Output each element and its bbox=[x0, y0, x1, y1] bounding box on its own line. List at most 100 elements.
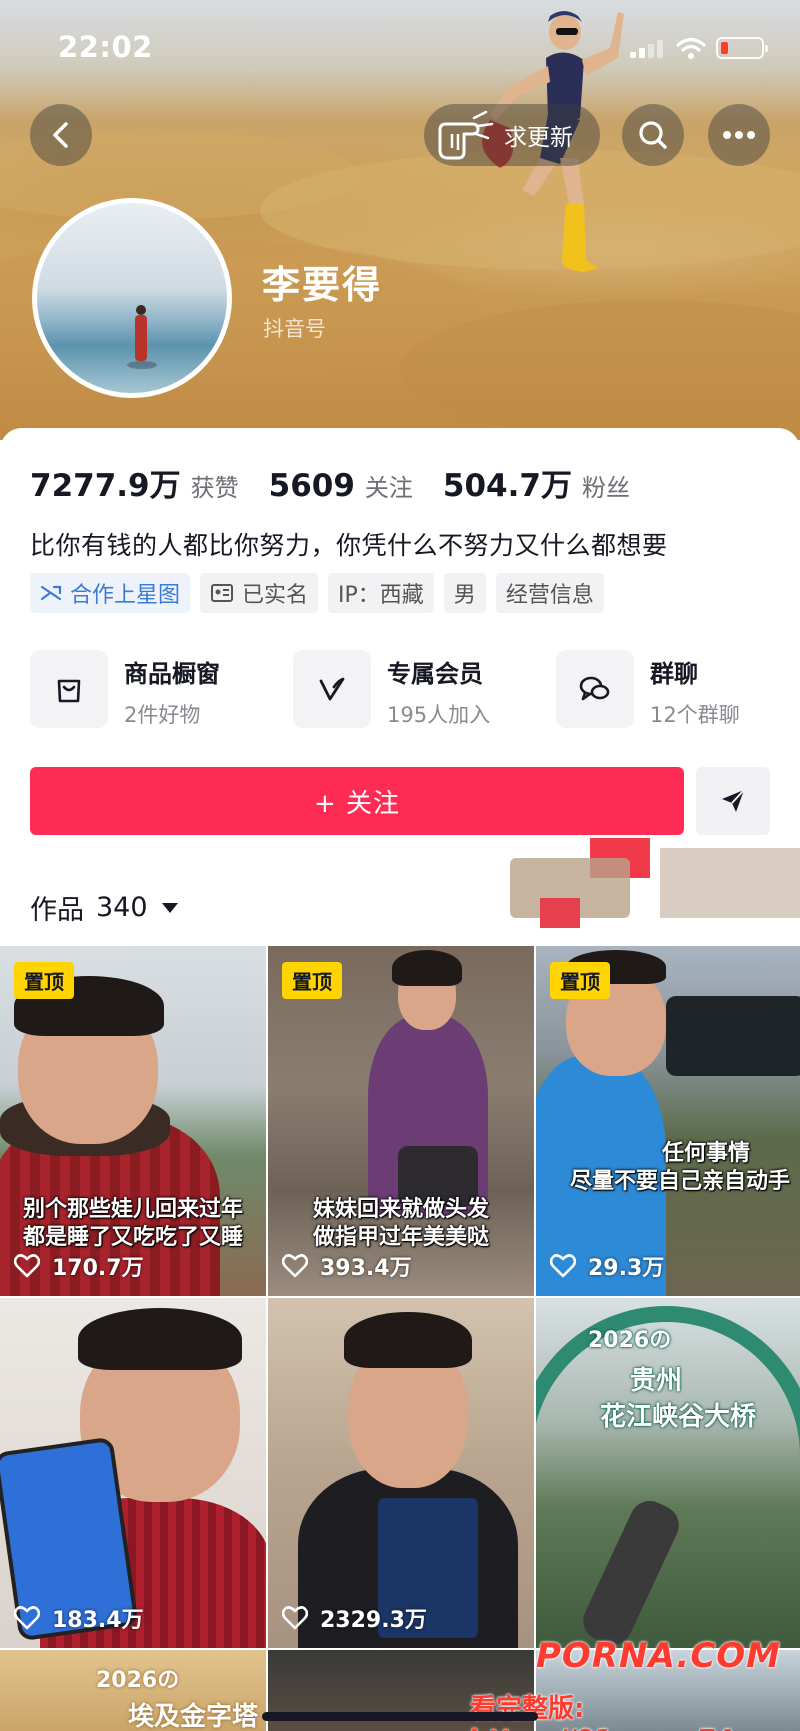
home-indicator bbox=[262, 1712, 538, 1721]
video-caption: 任何事情 尽量不要自己亲自动手 bbox=[536, 1140, 800, 1196]
video-tile[interactable]: 2026の 贵州 花江峡谷大桥 bbox=[536, 1298, 800, 1648]
search-icon bbox=[639, 121, 667, 149]
video-caption: 别个那些娃儿回来过年 都是睡了又吃吃了又睡 bbox=[0, 1196, 266, 1252]
stat-label: 获赞 bbox=[190, 474, 239, 502]
video-tile[interactable]: 置顶 任何事情 尽量不要自己亲自动手 29.3万 bbox=[536, 946, 800, 1296]
works-count: 340 bbox=[96, 892, 148, 923]
service-membership[interactable]: 专属会员 195人加入 bbox=[293, 650, 490, 730]
request-update-label: 求更新 bbox=[504, 125, 573, 151]
service-subtitle: 195人加入 bbox=[387, 703, 491, 727]
stat-label: 关注 bbox=[364, 474, 413, 502]
tag-label: 合作上星图 bbox=[70, 583, 181, 608]
avatar[interactable] bbox=[32, 198, 232, 398]
pinned-badge: 置顶 bbox=[550, 962, 610, 999]
more-dots-icon bbox=[723, 131, 755, 139]
caret-down-icon bbox=[161, 902, 178, 913]
profile-bio: 比你有钱的人都比你努力，你凭什么不努力又什么都想要 bbox=[30, 531, 668, 560]
tag-label: 经营信息 bbox=[505, 583, 594, 608]
tag-label: 已实名 bbox=[242, 583, 309, 608]
works-tab[interactable]: 作品 340 bbox=[30, 888, 178, 927]
service-shop-window[interactable]: 商品橱窗 2件好物 bbox=[30, 650, 220, 730]
video-title: 花江峡谷大桥 bbox=[600, 1402, 757, 1432]
like-count-value: 183.4万 bbox=[52, 1608, 144, 1633]
stat-followers[interactable]: 504.7万 粉丝 bbox=[443, 460, 630, 505]
like-count: 170.7万 bbox=[14, 1250, 144, 1282]
pinned-badge: 置顶 bbox=[282, 962, 342, 999]
back-button[interactable] bbox=[30, 104, 92, 166]
stat-likes[interactable]: 7277.9万 获赞 bbox=[30, 460, 239, 505]
shopping-bag-icon bbox=[30, 650, 108, 728]
video-caption: 妹妹回来就做头发 做指甲过年美美哒 bbox=[268, 1196, 534, 1252]
service-title: 群聊 bbox=[650, 660, 698, 688]
vip-v-icon bbox=[293, 650, 371, 728]
chevron-left-icon bbox=[53, 122, 68, 148]
like-count: 393.4万 bbox=[282, 1250, 412, 1282]
follow-button[interactable]: + 关注 bbox=[30, 767, 684, 835]
stat-value: 5609 bbox=[268, 468, 355, 504]
stat-value: 504.7万 bbox=[442, 468, 572, 504]
heart-icon bbox=[282, 1606, 308, 1630]
tag-star-map[interactable]: 合作上星图 bbox=[30, 573, 191, 613]
services-row: 商品橱窗 2件好物 专属会员 195人加入 群聊 12个群聊 bbox=[30, 650, 790, 730]
status-bar: 22:02 bbox=[0, 0, 800, 96]
service-subtitle: 12个群聊 bbox=[650, 703, 740, 727]
cellular-signal-icon bbox=[630, 38, 666, 58]
tag-label: 男 bbox=[453, 583, 476, 608]
video-title: 2026の bbox=[588, 1328, 672, 1353]
service-subtitle: 2件好物 bbox=[124, 703, 201, 727]
wifi-icon bbox=[676, 37, 706, 59]
caption-line: 别个那些娃儿回来过年 bbox=[22, 1197, 243, 1222]
heart-icon bbox=[14, 1254, 40, 1278]
watermark-text: PORNA.COM bbox=[536, 1636, 782, 1676]
caption-line: 妹妹回来就做头发 bbox=[312, 1197, 489, 1222]
stat-value: 7277.9万 bbox=[30, 468, 181, 504]
heart-icon bbox=[550, 1254, 576, 1278]
like-count-value: 393.4万 bbox=[320, 1256, 412, 1281]
request-update-button[interactable]: 求更新 bbox=[424, 104, 600, 166]
works-label: 作品 bbox=[30, 895, 84, 926]
video-tile[interactable]: 置顶 妹妹回来就做头发 做指甲过年美美哒 393.4万 bbox=[268, 946, 534, 1296]
stats-row: 7277.9万 获赞 5609 关注 504.7万 粉丝 bbox=[30, 460, 660, 505]
tag-verified[interactable]: 已实名 bbox=[200, 573, 319, 613]
id-card-icon bbox=[210, 583, 234, 603]
video-tile[interactable]: 2026の 埃及金字塔 bbox=[0, 1650, 266, 1731]
battery-icon bbox=[716, 37, 768, 59]
watermark-url: 看完整版: https://91porna74.com bbox=[470, 1694, 800, 1731]
tag-ip: IP：西藏 bbox=[328, 573, 434, 613]
service-title: 商品橱窗 bbox=[124, 660, 220, 688]
service-title: 专属会员 bbox=[387, 660, 483, 688]
caption-line: 都是睡了又吃吃了又睡 bbox=[22, 1225, 243, 1250]
search-button[interactable] bbox=[622, 104, 684, 166]
pinned-badge: 置顶 bbox=[14, 962, 74, 999]
share-button[interactable] bbox=[696, 767, 770, 835]
caption-line: 尽量不要自己亲自动手 bbox=[569, 1169, 790, 1194]
mosaic-overlay bbox=[510, 838, 800, 928]
service-group-chat[interactable]: 群聊 12个群聊 bbox=[556, 650, 740, 730]
caption-line: 任何事情 bbox=[661, 1141, 750, 1166]
video-title: 贵州 bbox=[630, 1366, 683, 1396]
video-tile[interactable]: 2329.3万 bbox=[268, 1298, 534, 1648]
like-count: 183.4万 bbox=[14, 1602, 144, 1634]
group-chat-icon bbox=[556, 650, 634, 728]
send-arrow-icon bbox=[722, 789, 745, 812]
pointing-hand-icon bbox=[438, 110, 494, 160]
like-count-value: 29.3万 bbox=[588, 1256, 665, 1281]
like-count: 29.3万 bbox=[550, 1250, 664, 1282]
tag-row: 合作上星图 已实名 IP：西藏 男 经营信息 bbox=[30, 573, 614, 613]
tag-gender: 男 bbox=[443, 573, 486, 613]
stat-label: 粉丝 bbox=[581, 474, 630, 502]
more-button[interactable] bbox=[708, 104, 770, 166]
like-count: 2329.3万 bbox=[282, 1602, 427, 1634]
video-tile[interactable]: 183.4万 bbox=[0, 1298, 266, 1648]
star-map-icon bbox=[40, 583, 62, 603]
status-time: 22:02 bbox=[58, 30, 153, 64]
profile-name: 李要得 bbox=[262, 263, 383, 307]
tag-label: IP：西藏 bbox=[338, 583, 424, 608]
like-count-value: 170.7万 bbox=[52, 1256, 144, 1281]
video-tile[interactable]: 置顶 别个那些娃儿回来过年 都是睡了又吃吃了又睡 170.7万 bbox=[0, 946, 266, 1296]
video-title: 2026の bbox=[96, 1668, 180, 1693]
heart-icon bbox=[282, 1254, 308, 1278]
douyin-id-label[interactable]: 抖音号 bbox=[263, 313, 326, 343]
tag-business-info[interactable]: 经营信息 bbox=[495, 573, 604, 613]
stat-following[interactable]: 5609 关注 bbox=[269, 468, 413, 504]
